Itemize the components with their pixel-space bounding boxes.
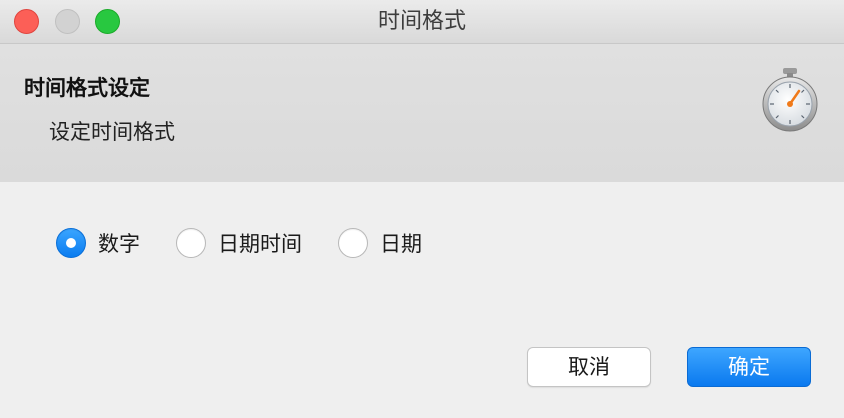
header-subtitle: 设定时间格式 <box>49 120 175 144</box>
radio-label-number: 数字 <box>98 232 140 256</box>
cancel-button[interactable]: 取消 <box>527 347 651 387</box>
radio-label-date: 日期 <box>380 232 422 256</box>
header-panel: 时间格式设定 设定时间格式 <box>0 44 844 182</box>
radio-selected-dot <box>66 238 76 248</box>
ok-button[interactable]: 确定 <box>687 347 811 387</box>
radio-label-datetime: 日期时间 <box>218 232 302 256</box>
radio-option-date[interactable]: 日期 <box>338 228 422 258</box>
radio-option-datetime[interactable]: 日期时间 <box>176 228 302 258</box>
window-title: 时间格式 <box>377 9 466 34</box>
header-title: 时间格式设定 <box>24 76 150 100</box>
radio-option-number[interactable]: 数字 <box>56 228 140 258</box>
radio-button-datetime[interactable] <box>176 228 206 258</box>
dialog-window: 时间格式 时间格式设定 设定时间格式 数字 日期时间 日期 取消 确定 <box>0 0 844 418</box>
stopwatch-icon <box>762 68 818 132</box>
title-bar[interactable]: 时间格式 <box>0 0 844 44</box>
format-radio-group: 数字 日期时间 日期 <box>56 226 458 260</box>
radio-button-date[interactable] <box>338 228 368 258</box>
radio-button-number[interactable] <box>56 228 86 258</box>
